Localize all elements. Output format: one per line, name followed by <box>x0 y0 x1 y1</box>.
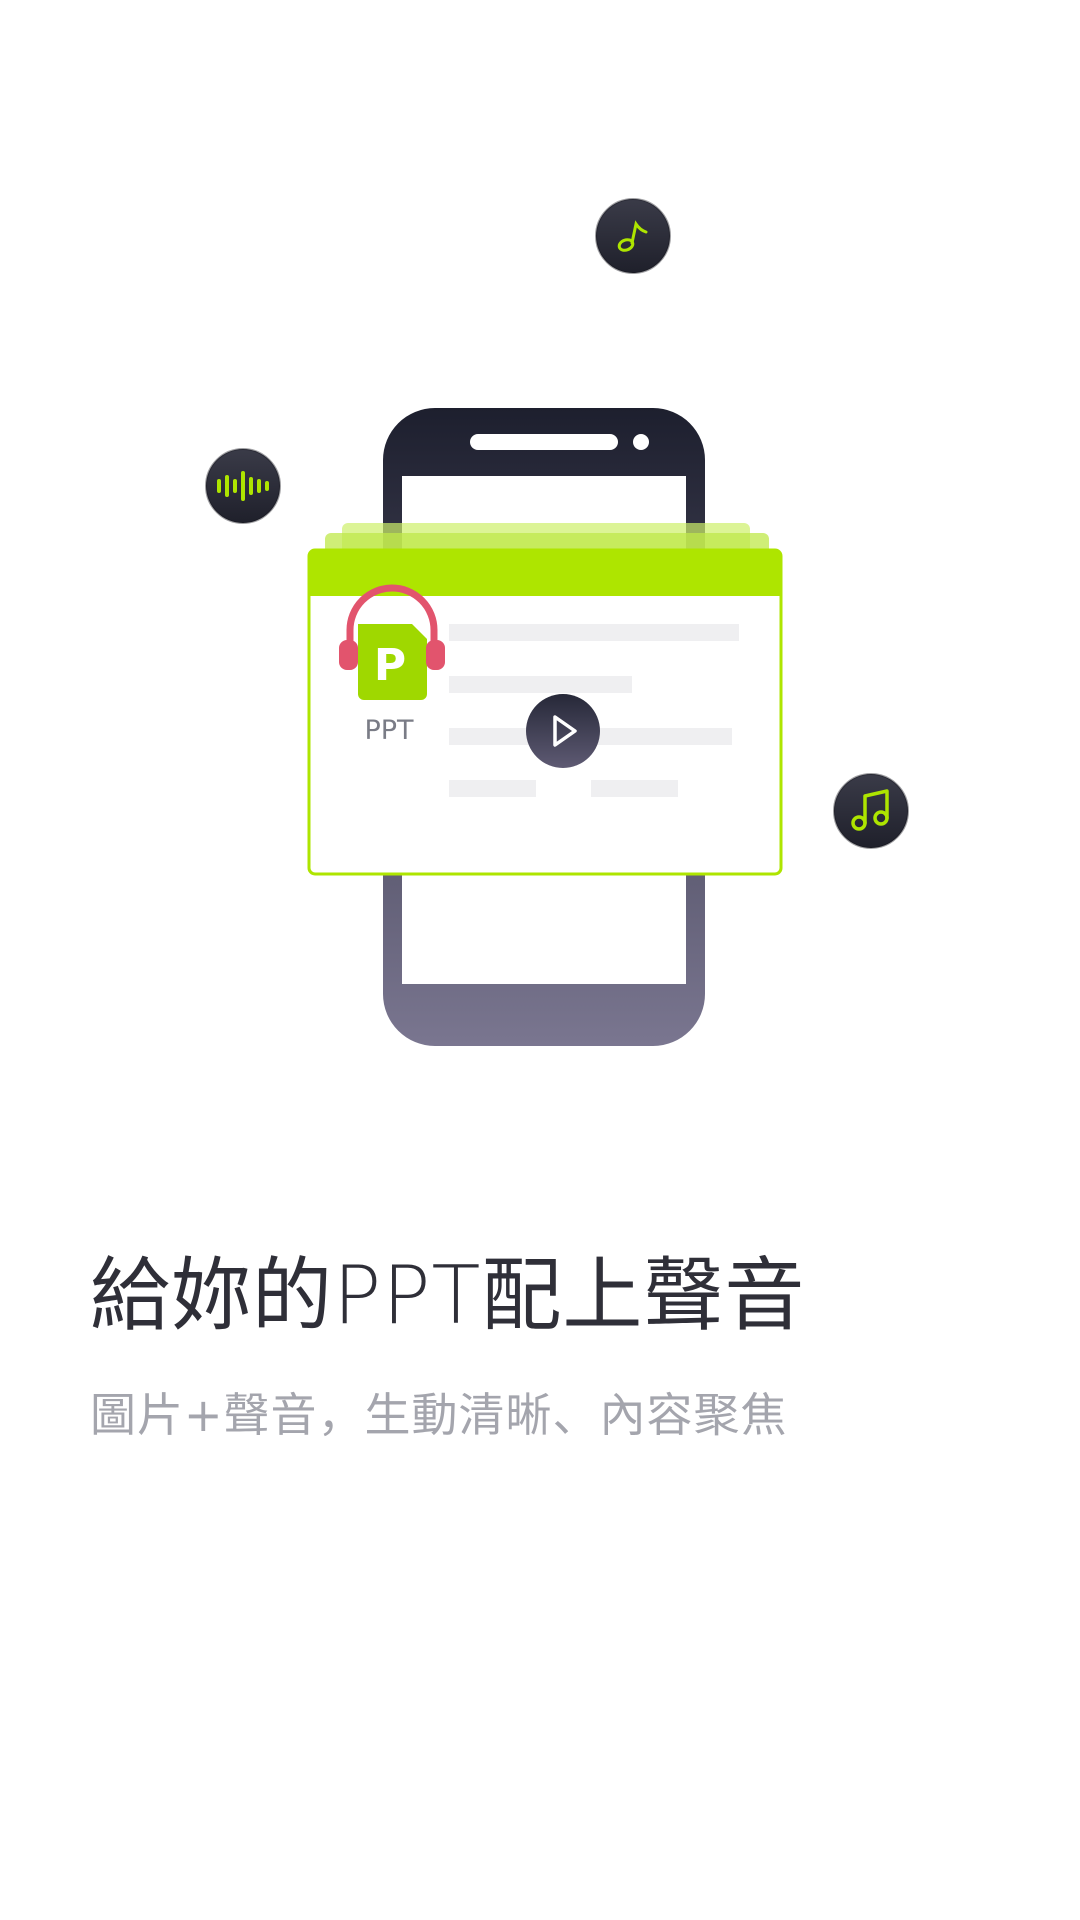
placeholder-line <box>449 676 632 693</box>
onboarding-headline: 給妳的PPT配上聲音 <box>90 1249 806 1342</box>
onboarding-page: P PPT 給妳的PPT配上聲音 圖片+聲音，生動清晰、內容聚焦 <box>0 0 1080 1920</box>
ppt-file-icon: P <box>358 624 427 700</box>
play-button[interactable] <box>526 694 600 768</box>
music-note-icon <box>595 198 671 274</box>
ppt-badge-label: PPT <box>364 715 414 746</box>
placeholder-line <box>449 624 739 641</box>
phone-speaker <box>470 434 618 450</box>
ppt-file-letter: P <box>374 640 406 691</box>
onboarding-subheadline: 圖片+聲音，生動清晰、內容聚焦 <box>90 1388 788 1442</box>
ppt-audio-card: P PPT <box>307 548 783 876</box>
placeholder-line <box>591 780 678 797</box>
phone-camera <box>633 434 649 450</box>
sound-wave-icon <box>205 448 281 524</box>
music-notes-icon <box>833 773 909 849</box>
onboarding-illustration: P PPT <box>205 198 909 1046</box>
placeholder-line <box>449 780 536 797</box>
